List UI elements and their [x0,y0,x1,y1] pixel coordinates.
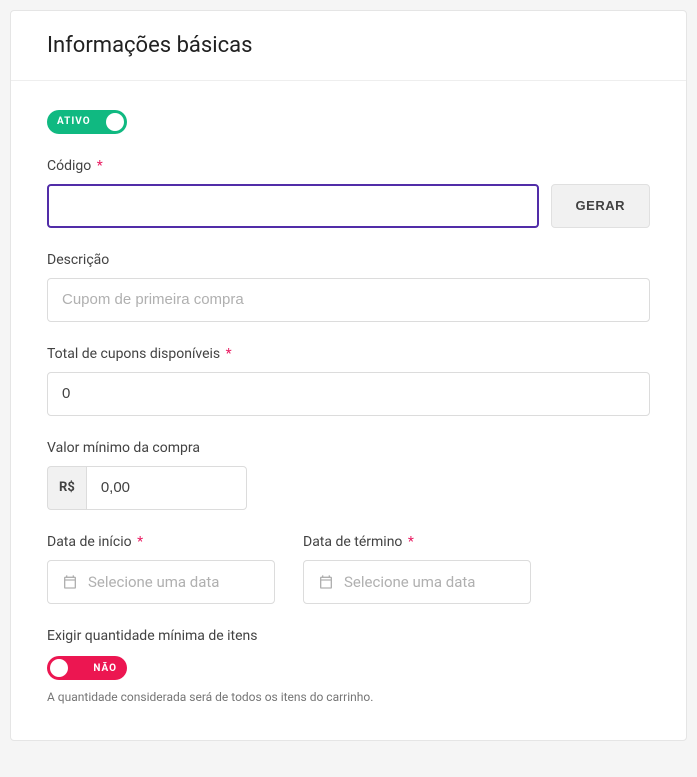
total-coupons-input[interactable] [47,372,650,416]
code-group: Código * GERAR [47,158,650,228]
description-label: Descrição [47,252,650,268]
start-date-placeholder: Selecione uma data [88,573,219,591]
status-toggle-label: ATIVO [57,116,91,127]
min-items-label: Exigir quantidade mínima de itens [47,628,650,644]
min-items-toggle-label: NÃO [93,663,117,674]
description-input[interactable] [47,278,650,322]
total-coupons-group: Total de cupons disponíveis * [47,346,650,416]
end-date-placeholder: Selecione uma data [344,573,475,591]
min-purchase-label: Valor mínimo da compra [47,440,650,456]
end-date-label: Data de término * [303,534,531,550]
required-mark: * [408,534,414,550]
generate-button[interactable]: GERAR [551,184,650,228]
total-coupons-label: Total de cupons disponíveis * [47,346,650,362]
description-group: Descrição [47,252,650,322]
currency-prefix: R$ [47,466,86,510]
card-body: ATIVO Código * GERAR Descrição Total de … [11,81,686,740]
start-date-label: Data de início * [47,534,275,550]
toggle-knob [50,659,68,677]
end-date-col: Data de término * Selecione uma data [303,534,531,604]
status-toggle[interactable]: ATIVO [47,110,127,134]
required-mark: * [226,346,232,362]
calendar-icon [318,574,334,590]
min-items-toggle[interactable]: NÃO [47,656,127,680]
min-items-group: Exigir quantidade mínima de itens NÃO A … [47,628,650,705]
toggle-knob [106,113,124,131]
start-date-input[interactable]: Selecione uma data [47,560,275,604]
start-date-col: Data de início * Selecione uma data [47,534,275,604]
status-toggle-group: ATIVO [47,109,650,134]
basic-info-card: Informações básicas ATIVO Código * GERAR… [10,10,687,741]
min-purchase-group: Valor mínimo da compra R$ [47,440,650,510]
required-mark: * [97,158,103,174]
code-input[interactable] [47,184,539,228]
calendar-icon [62,574,78,590]
card-title: Informações básicas [47,33,650,58]
end-date-input[interactable]: Selecione uma data [303,560,531,604]
min-items-help: A quantidade considerada será de todos o… [47,690,650,704]
min-purchase-input[interactable] [86,466,247,510]
card-header: Informações básicas [11,11,686,81]
code-label: Código * [47,158,650,174]
date-range-group: Data de início * Selecione uma data Data… [47,534,650,604]
required-mark: * [137,534,143,550]
